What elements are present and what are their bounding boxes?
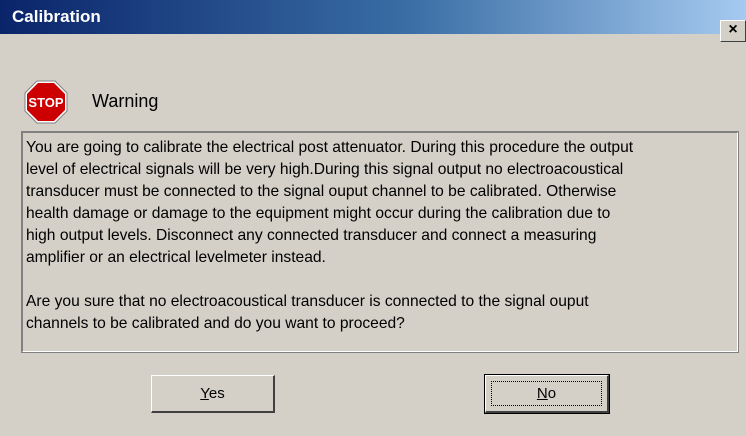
message-paragraph-2: Are you sure that no electroacoustical t…: [26, 293, 589, 332]
yes-button[interactable]: Yes: [151, 375, 275, 413]
no-button-focus-rect: No: [491, 381, 602, 406]
close-button[interactable]: ×: [720, 20, 746, 42]
window-title: Calibration: [12, 7, 101, 26]
title-bar[interactable]: Calibration: [0, 0, 746, 34]
no-button-label: o: [547, 385, 557, 402]
calibration-dialog: Calibration × STOP Warning You are going…: [0, 0, 746, 436]
stop-sign-icon: STOP: [24, 80, 68, 124]
no-button-mnemonic: N: [536, 385, 548, 402]
warning-heading: Warning: [92, 91, 159, 111]
yes-button-mnemonic: Y: [200, 385, 209, 402]
stop-sign-text: STOP: [28, 95, 63, 110]
close-icon: ×: [728, 21, 738, 38]
no-button[interactable]: No: [484, 374, 610, 414]
message-paragraph-1: You are going to calibrate the electrica…: [26, 139, 634, 266]
message-text-box: You are going to calibrate the electrica…: [21, 131, 739, 353]
yes-button-label: es: [208, 385, 225, 402]
